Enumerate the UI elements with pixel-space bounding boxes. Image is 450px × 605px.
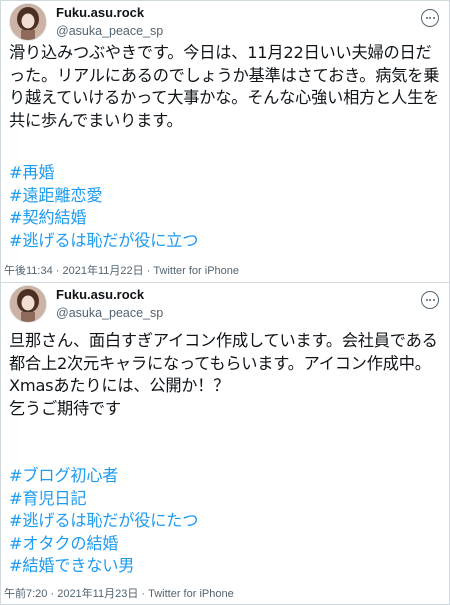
more-dot [429, 299, 431, 301]
avatar[interactable] [9, 285, 47, 323]
hashtag-link[interactable]: #逃げるは恥だが役にたつ [9, 510, 198, 533]
meta-separator: · [138, 588, 149, 600]
meta-separator: · [52, 265, 63, 277]
tweet-source[interactable]: Twitter for iPhone [153, 265, 239, 277]
tweet-metadata: 午前7:20 · 2021年11月23日 · Twitter for iPhon… [4, 587, 234, 601]
display-name[interactable]: Fuku.asu.rock [56, 5, 163, 21]
tweet-card: Fuku.asu.rock @asuka_peace_sp 滑り込みつぶやきです… [1, 1, 449, 282]
hashtag-list: #再婚 #遠距離恋愛 #契約結婚 #逃げるは恥だが役に立つ [9, 162, 198, 252]
tweet-header: Fuku.asu.rock @asuka_peace_sp [9, 3, 439, 43]
more-dot [425, 299, 428, 301]
more-dot [432, 17, 435, 19]
hashtag-list: #ブログ初心者 #育児日記 #逃げるは恥だが役にたつ #オタクの結婚 #結婚でき… [9, 465, 198, 578]
tweet-text: 旦那さん、面白すぎアイコン作成しています。会社員である都合上2次元キャラになって… [9, 331, 438, 418]
author-info: Fuku.asu.rock @asuka_peace_sp [56, 287, 163, 321]
avatar-photo-icon [10, 4, 46, 40]
more-options-icon[interactable] [421, 9, 439, 27]
tweet-card: Fuku.asu.rock @asuka_peace_sp 旦那さん、面白すぎア… [1, 282, 449, 604]
tweet-metadata: 午後11:34 · 2021年11月22日 · Twitter for iPho… [4, 264, 239, 278]
more-dot [425, 17, 428, 19]
hashtag-link[interactable]: #育児日記 [9, 488, 198, 511]
user-handle[interactable]: @asuka_peace_sp [56, 23, 163, 39]
display-name[interactable]: Fuku.asu.rock [56, 287, 163, 303]
hashtag-link[interactable]: #オタクの結婚 [9, 533, 198, 556]
tweet-source[interactable]: Twitter for iPhone [148, 588, 234, 600]
hashtag-link[interactable]: #再婚 [9, 162, 198, 185]
tweet-date[interactable]: 2021年11月22日 [63, 265, 144, 277]
tweet-time[interactable]: 午後11:34 [4, 265, 53, 277]
avatar-photo-icon [10, 286, 46, 322]
tweet-text: 滑り込みつぶやきです。今日は、11月22日いい夫婦の日だった。リアルにあるのでし… [9, 43, 440, 130]
tweet-time[interactable]: 午前7:20 [4, 588, 47, 600]
hashtag-link[interactable]: #ブログ初心者 [9, 465, 198, 488]
tweet-screenshot: Fuku.asu.rock @asuka_peace_sp 滑り込みつぶやきです… [0, 0, 450, 605]
hashtag-link[interactable]: #逃げるは恥だが役に立つ [9, 230, 198, 253]
meta-separator: · [143, 265, 154, 277]
avatar[interactable] [9, 3, 47, 41]
hashtag-link[interactable]: #遠距離恋愛 [9, 185, 198, 208]
hashtag-link[interactable]: #契約結婚 [9, 207, 198, 230]
author-info: Fuku.asu.rock @asuka_peace_sp [56, 5, 163, 39]
meta-separator: · [47, 588, 58, 600]
hashtag-link[interactable]: #結婚できない男 [9, 555, 198, 578]
tweet-date[interactable]: 2021年11月23日 [57, 588, 138, 600]
user-handle[interactable]: @asuka_peace_sp [56, 305, 163, 321]
more-dot [429, 17, 431, 19]
more-options-icon[interactable] [421, 291, 439, 309]
more-dot [432, 299, 435, 301]
tweet-header: Fuku.asu.rock @asuka_peace_sp [9, 285, 439, 325]
